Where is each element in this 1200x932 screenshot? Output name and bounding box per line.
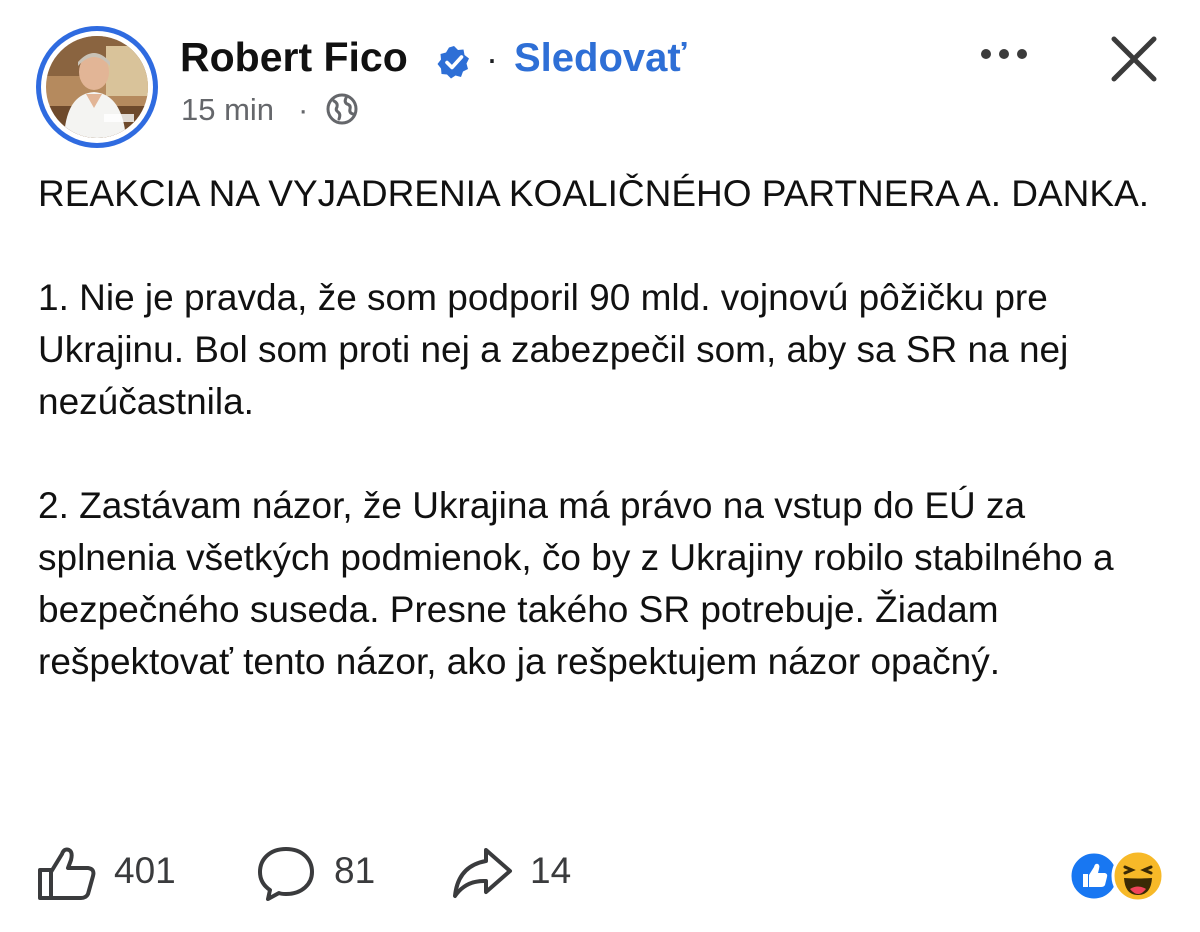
post-paragraph: REAKCIA NA VYJADRENIA KOALIČNÉHO PARTNER…	[38, 173, 1150, 214]
reactions-summary[interactable]	[1068, 848, 1168, 904]
globe-icon	[326, 93, 358, 125]
post-header: Robert Fico · Sledovať 15 min ·	[0, 0, 1200, 150]
post-actions: 401 81 14	[0, 840, 1200, 910]
close-button[interactable]	[1108, 33, 1160, 85]
like-reaction-icon	[1068, 850, 1120, 902]
post-paragraph: 1. Nie je pravda, že som podporil 90 mld…	[38, 277, 1069, 422]
time-separator: ·	[298, 92, 309, 127]
like-count: 401	[114, 850, 176, 891]
more-options-button[interactable]	[976, 36, 1032, 72]
post-body: REAKCIA NA VYJADRENIA KOALIČNÉHO PARTNER…	[38, 168, 1168, 688]
share-count: 14	[530, 850, 572, 891]
avatar-frame	[41, 31, 153, 143]
share-button[interactable]: 14	[450, 840, 580, 906]
comment-count: 81	[334, 850, 376, 891]
verified-badge-icon	[437, 46, 469, 79]
post-paragraph: 2. Zastávam názor, že Ukrajina má právo …	[38, 485, 1114, 682]
comment-button[interactable]: 81	[256, 840, 386, 906]
author-name[interactable]: Robert Fico	[180, 34, 408, 81]
comment-bubble-icon	[258, 847, 314, 901]
post-timestamp[interactable]: 15 min	[181, 92, 274, 128]
thumbs-up-icon	[38, 847, 96, 900]
avatar-photo	[46, 36, 148, 138]
haha-reaction-icon	[1111, 849, 1165, 903]
avatar[interactable]	[36, 26, 158, 148]
like-button[interactable]: 401	[36, 840, 186, 906]
share-arrow-icon	[453, 848, 512, 898]
header-separator: ·	[486, 38, 498, 79]
follow-button[interactable]: Sledovať	[514, 36, 687, 81]
